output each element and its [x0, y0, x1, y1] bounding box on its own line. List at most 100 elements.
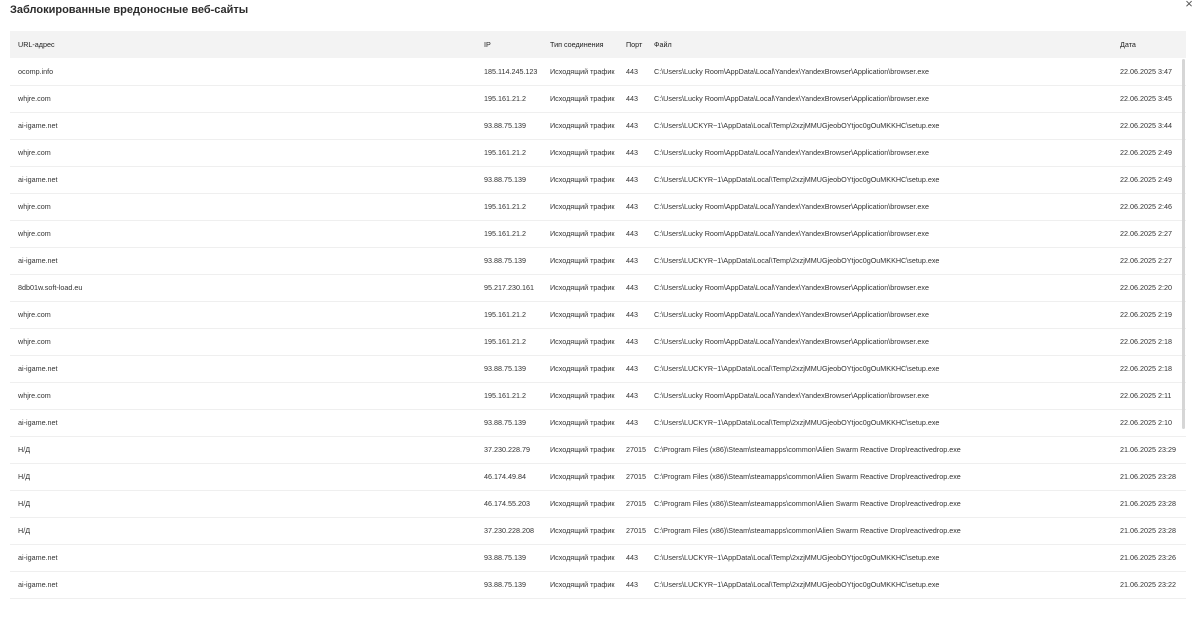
cell-port: 443	[626, 121, 638, 130]
cell-port: 443	[626, 202, 638, 211]
cell-url: whjre.com	[18, 94, 51, 103]
cell-ip: 93.88.75.139	[484, 175, 526, 184]
table-row[interactable]: Н/Д 46.174.55.203 Исходящий трафик 27015 C:\…	[10, 490, 1186, 517]
cell-connection-type: Исходящий трафик	[550, 121, 615, 130]
column-header-file[interactable]: Файл	[646, 31, 1112, 58]
cell-file: C:\Users\Lucky Room\AppData\Local\Yandex…	[654, 148, 929, 157]
cell-url: ocomp.info	[18, 66, 54, 76]
table-body: ocomp.info 185.114.245.123 Исходящий трафи…	[10, 58, 1186, 598]
column-header-date[interactable]: Дата	[1112, 31, 1186, 58]
column-header-ip[interactable]: IP	[476, 31, 542, 58]
cell-date: 21.06.2025 23:28	[1120, 472, 1176, 481]
cell-ip: 195.161.21.2	[484, 229, 526, 238]
table-row[interactable]: ai-igame.net 93.88.75.139 Исходящий трафик…	[10, 355, 1186, 382]
cell-url: whjre.com	[18, 391, 51, 400]
cell-connection-type: Исходящий трафик	[550, 229, 615, 238]
cell-date: 21.06.2025 23:26	[1120, 553, 1176, 562]
cell-port: 443	[626, 229, 638, 238]
cell-url: Н/Д	[18, 445, 31, 454]
cell-file: C:\Users\Lucky Room\AppData\Local\Yandex…	[654, 66, 929, 76]
cell-connection-type: Исходящий трафик	[550, 580, 615, 589]
table-row[interactable]: ai-igame.net 93.88.75.139 Исходящий трафик…	[10, 571, 1186, 598]
table-row[interactable]: ocomp.info 185.114.245.123 Исходящий трафи…	[10, 58, 1186, 85]
cell-date: 22.06.2025 2:18	[1120, 364, 1172, 373]
table-row[interactable]: ai-igame.net 93.88.75.139 Исходящий трафик…	[10, 247, 1186, 274]
column-header-port[interactable]: Порт	[618, 31, 646, 58]
table-row[interactable]: whjre.com 195.161.21.2 Исходящий трафик 443…	[10, 85, 1186, 112]
cell-date: 22.06.2025 2:18	[1120, 337, 1172, 346]
cell-date: 22.06.2025 3:44	[1120, 121, 1172, 130]
cell-date: 22.06.2025 3:47	[1120, 66, 1172, 76]
cell-file: C:\Users\LUCKYR~1\AppData\Local\Temp\2xz…	[654, 256, 940, 265]
cell-url: whjre.com	[18, 310, 51, 319]
cell-url: ai-igame.net	[18, 418, 58, 427]
cell-port: 443	[626, 553, 638, 562]
cell-date: 22.06.2025 2:27	[1120, 229, 1172, 238]
table-row[interactable]: 8db01w.soft-load.eu 95.217.230.161 Исходящ…	[10, 274, 1186, 301]
cell-url: ai-igame.net	[18, 121, 58, 130]
cell-ip: 195.161.21.2	[484, 94, 526, 103]
blocked-sites-table-container[interactable]: URL-адрес IP Тип соединения Порт Файл Да…	[10, 31, 1188, 607]
table-row[interactable]: Н/Д 37.230.228.208 Исходящий трафик 27015 C:…	[10, 517, 1186, 544]
cell-port: 443	[626, 580, 638, 589]
cell-url: ai-igame.net	[18, 580, 58, 589]
table-row[interactable]: whjre.com 195.161.21.2 Исходящий трафик 443…	[10, 382, 1186, 409]
table-row[interactable]: Н/Д 37.230.228.79 Исходящий трафик 27015 C:\…	[10, 436, 1186, 463]
cell-url: ai-igame.net	[18, 364, 58, 373]
cell-ip: 93.88.75.139	[484, 121, 526, 130]
cell-ip: 95.217.230.161	[484, 283, 534, 292]
cell-ip: 93.88.75.139	[484, 580, 526, 589]
cell-ip: 37.230.228.79	[484, 445, 530, 454]
column-header-url[interactable]: URL-адрес	[10, 31, 476, 58]
cell-file: C:\Users\Lucky Room\AppData\Local\Yandex…	[654, 229, 929, 238]
cell-file: C:\Program Files (x86)\Steam\steamapps\c…	[654, 472, 961, 481]
cell-date: 21.06.2025 23:29	[1120, 445, 1176, 454]
cell-file: C:\Users\Lucky Room\AppData\Local\Yandex…	[654, 202, 929, 211]
cell-connection-type: Исходящий трафик	[550, 391, 615, 400]
table-row[interactable]: ai-igame.net 93.88.75.139 Исходящий трафик…	[10, 166, 1186, 193]
vertical-scrollbar[interactable]	[1182, 59, 1185, 429]
cell-connection-type: Исходящий трафик	[550, 256, 615, 265]
cell-connection-type: Исходящий трафик	[550, 66, 615, 76]
table-row[interactable]: whjre.com 195.161.21.2 Исходящий трафик 443…	[10, 139, 1186, 166]
cell-port: 27015	[626, 499, 646, 508]
cell-file: C:\Users\LUCKYR~1\AppData\Local\Temp\2xz…	[654, 418, 940, 427]
cell-ip: 93.88.75.139	[484, 418, 526, 427]
blocked-sites-table: URL-адрес IP Тип соединения Порт Файл Да…	[10, 31, 1186, 599]
cell-ip: 195.161.21.2	[484, 391, 526, 400]
table-row[interactable]: whjre.com 195.161.21.2 Исходящий трафик 443…	[10, 301, 1186, 328]
cell-connection-type: Исходящий трафик	[550, 283, 615, 292]
blocked-sites-window: Заблокированные вредоносные веб-сайты × …	[0, 0, 1200, 617]
cell-file: C:\Users\LUCKYR~1\AppData\Local\Temp\2xz…	[654, 553, 940, 562]
cell-connection-type: Исходящий трафик	[550, 148, 615, 157]
close-icon[interactable]: ×	[1182, 0, 1196, 11]
cell-connection-type: Исходящий трафик	[550, 337, 615, 346]
table-row[interactable]: Н/Д 46.174.49.84 Исходящий трафик 27015 C:\P…	[10, 463, 1186, 490]
cell-file: C:\Users\LUCKYR~1\AppData\Local\Temp\2xz…	[654, 580, 940, 589]
cell-port: 443	[626, 94, 638, 103]
cell-file: C:\Users\Lucky Room\AppData\Local\Yandex…	[654, 310, 929, 319]
cell-url: whjre.com	[18, 229, 51, 238]
table-row[interactable]: ai-igame.net 93.88.75.139 Исходящий трафик…	[10, 544, 1186, 571]
table-row[interactable]: whjre.com 195.161.21.2 Исходящий трафик 443…	[10, 220, 1186, 247]
column-header-connection-type[interactable]: Тип соединения	[542, 31, 618, 58]
cell-file: C:\Users\Lucky Room\AppData\Local\Yandex…	[654, 337, 929, 346]
cell-url: Н/Д	[18, 472, 31, 481]
cell-date: 22.06.2025 2:27	[1120, 256, 1172, 265]
cell-file: C:\Users\Lucky Room\AppData\Local\Yandex…	[654, 94, 929, 103]
cell-url: ai-igame.net	[18, 553, 58, 562]
cell-ip: 195.161.21.2	[484, 202, 526, 211]
table-row[interactable]: whjre.com 195.161.21.2 Исходящий трафик 443…	[10, 193, 1186, 220]
cell-connection-type: Исходящий трафик	[550, 445, 615, 454]
table-row[interactable]: whjre.com 195.161.21.2 Исходящий трафик 443…	[10, 328, 1186, 355]
cell-file: C:\Users\Lucky Room\AppData\Local\Yandex…	[654, 283, 929, 292]
cell-port: 443	[626, 418, 638, 427]
cell-ip: 195.161.21.2	[484, 310, 526, 319]
cell-ip: 93.88.75.139	[484, 364, 526, 373]
cell-port: 27015	[626, 445, 646, 454]
cell-date: 22.06.2025 2:11	[1120, 391, 1172, 400]
table-row[interactable]: ai-igame.net 93.88.75.139 Исходящий трафик…	[10, 112, 1186, 139]
cell-ip: 46.174.49.84	[484, 472, 526, 481]
cell-file: C:\Users\LUCKYR~1\AppData\Local\Temp\2xz…	[654, 175, 940, 184]
table-row[interactable]: ai-igame.net 93.88.75.139 Исходящий трафик…	[10, 409, 1186, 436]
